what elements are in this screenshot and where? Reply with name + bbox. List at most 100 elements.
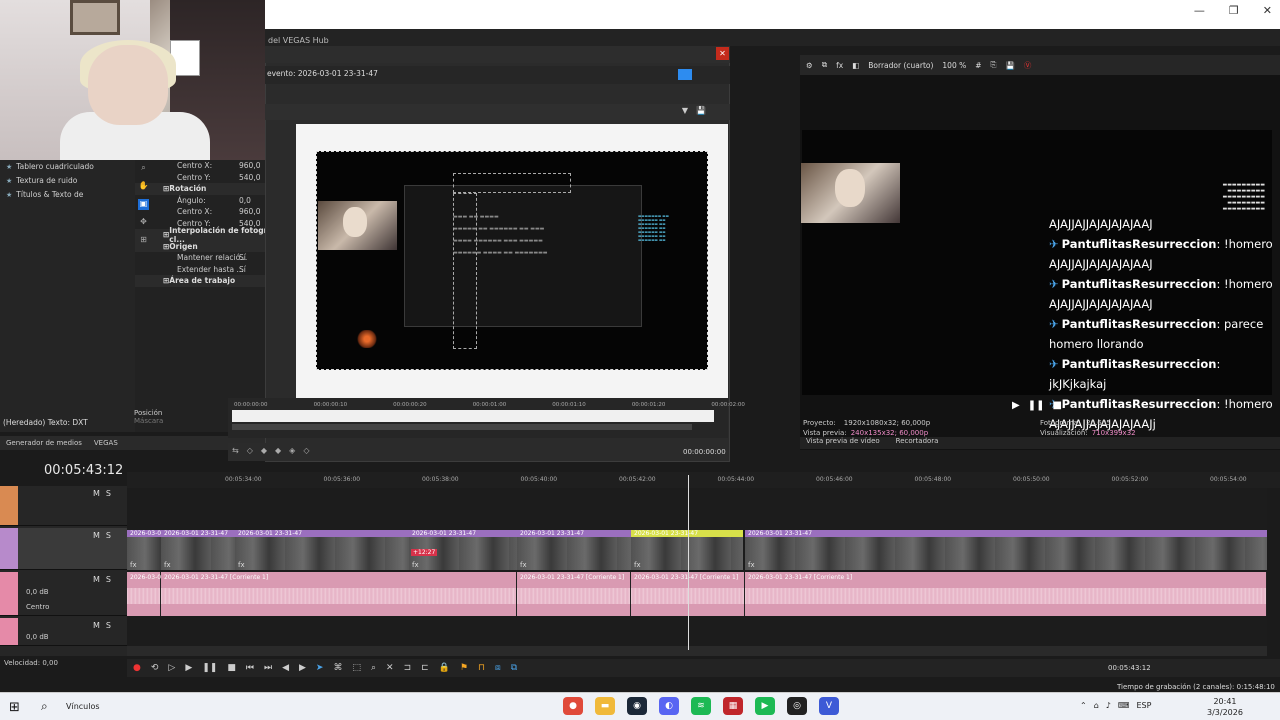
track-header-1[interactable]: MS — [0, 486, 127, 526]
network-icon[interactable]: ⌂ — [1094, 701, 1099, 710]
hand-icon[interactable]: ✋ — [138, 181, 149, 192]
settings-icon[interactable]: ⚙ — [806, 61, 813, 70]
maximize-icon[interactable]: ❐ — [1229, 4, 1239, 17]
video-clip[interactable]: 2026-03-01 23-31-47 fx — [235, 530, 409, 570]
grid-icon[interactable]: ⊞ — [138, 235, 149, 246]
first-keyframe-icon[interactable]: ◇ — [247, 446, 253, 455]
selection-box[interactable] — [453, 193, 477, 349]
auto-ripple-icon[interactable]: ⧉ — [511, 663, 517, 673]
audio-clip[interactable]: 2026-03-01 23-31-47 [Corriente 1] — [161, 572, 517, 616]
video-clip[interactable]: 2026-03-01 23-31-47 fx — [745, 530, 1267, 570]
timeline-scrollbar[interactable] — [127, 646, 1267, 656]
sync-icon[interactable]: ⇆ — [232, 446, 239, 455]
audio-clip[interactable]: 2026-03-01 23-31-47 [Corriente 1] — [745, 572, 1267, 616]
split-icon[interactable]: ⊏ — [421, 663, 429, 673]
fx-icon[interactable]: fx — [238, 561, 245, 569]
property-value[interactable]: 960,0 — [215, 161, 260, 170]
chrome-icon[interactable]: ● — [563, 697, 583, 715]
audio-clip[interactable]: 2026-03-01 23-31-47 [Corriente 1] — [517, 572, 631, 616]
fx-icon[interactable]: fx — [130, 561, 137, 569]
close-icon[interactable]: ✕ — [716, 47, 729, 60]
snap-icon[interactable]: ⧈ — [495, 663, 501, 673]
property-value[interactable]: 540,0 — [215, 173, 260, 182]
play-icon[interactable]: ▶ — [1012, 400, 1020, 411]
envelope-tool-icon[interactable]: ⌘ — [333, 663, 342, 673]
vegas-icon[interactable]: Ⓥ — [1024, 60, 1032, 71]
property-value[interactable]: Sí — [215, 253, 246, 262]
track-header-3[interactable]: MS 0,0 dB Centro — [0, 572, 127, 616]
grid-icon[interactable]: # — [975, 61, 981, 70]
save-snapshot-icon[interactable]: 💾 — [1006, 61, 1015, 70]
external-monitor-icon[interactable]: ⧉ — [822, 60, 827, 70]
generator-item[interactable]: ★ Tablero cuadriculado — [0, 160, 135, 174]
tab-trimmer[interactable]: Recortadora — [896, 437, 939, 449]
region-icon[interactable]: ⊓ — [478, 663, 485, 673]
taskbar-clock[interactable]: 20:41 3/3/2026 — [1207, 696, 1243, 718]
playhead[interactable] — [688, 475, 689, 650]
stop-icon[interactable]: ■ — [227, 663, 236, 673]
go-start-icon[interactable]: ⏮ — [246, 663, 254, 673]
language-indicator[interactable]: ESP — [1136, 701, 1151, 710]
generator-item[interactable]: ★ Textura de ruido — [0, 174, 135, 188]
prev-keyframe-icon[interactable]: ◆ — [261, 446, 267, 455]
prev-frame-icon[interactable]: ◀ — [282, 663, 289, 673]
selection-tool-icon[interactable]: ⬚ — [352, 663, 361, 673]
tab-video-preview[interactable]: Vista previa de vídeo — [806, 437, 880, 449]
cursor-tool-icon[interactable]: ➤ — [316, 663, 324, 673]
property-value[interactable]: 960,0 — [215, 207, 260, 216]
tab-vegas[interactable]: VEGAS — [94, 439, 118, 447]
fx-icon[interactable]: fx — [634, 561, 641, 569]
play-from-start-icon[interactable]: ▷ — [168, 663, 175, 673]
discord-icon[interactable]: ◐ — [659, 697, 679, 715]
next-keyframe-icon[interactable]: ◆ — [275, 446, 281, 455]
keyboard-icon[interactable]: ⌨ — [1118, 701, 1130, 710]
volume-icon[interactable]: ♪ — [1106, 701, 1111, 710]
timeline-ruler[interactable]: 00:05:34:00 00:05:36:00 00:05:38:00 00:05:4… — [127, 472, 1280, 488]
dropdown-arrow-icon[interactable]: ▼ — [682, 106, 688, 115]
generator-item[interactable]: ★ Títulos & Texto de — [0, 188, 135, 202]
zoom-select[interactable]: 100 % — [942, 61, 966, 70]
video-clip[interactable]: 2026-03-01 23-31-47 fx +12:27 — [409, 530, 517, 570]
app-icon[interactable]: ▶ — [755, 697, 775, 715]
zoom-tool-icon[interactable]: ⌕ — [371, 663, 376, 673]
windows-icon[interactable]: ⊞ — [9, 700, 20, 715]
go-end-icon[interactable]: ⏭ — [264, 663, 272, 673]
close-icon[interactable]: ✕ — [1263, 4, 1272, 17]
lock-icon[interactable]: 🔒 — [439, 663, 450, 673]
lock-icon[interactable]: ▣ — [138, 199, 149, 210]
next-frame-icon[interactable]: ▶ — [299, 663, 306, 673]
steam-icon[interactable]: ◉ — [627, 697, 647, 715]
obs-icon[interactable]: ◎ — [787, 697, 807, 715]
play-icon[interactable]: ▶ — [185, 663, 192, 673]
delete-icon[interactable]: ✕ — [386, 663, 394, 673]
video-clip[interactable]: 2026-03-01 23-31-47 fx — [517, 530, 631, 570]
property-value[interactable]: 0,0 — [215, 196, 251, 205]
track-header-2[interactable]: MS — [0, 528, 127, 570]
stop-icon[interactable]: ■ — [1052, 400, 1061, 411]
folder-icon[interactable]: ▬ — [595, 697, 615, 715]
marker-icon[interactable]: ⚑ — [460, 663, 468, 673]
track-header-4[interactable]: MS 0,0 dB — [0, 618, 127, 646]
loop-icon[interactable]: ⟲ — [151, 663, 159, 673]
timeline-area[interactable]: 2026-03-0 fx 2026-03-01 23-31-47 fx 2026-03-… — [127, 488, 1267, 648]
search-icon[interactable]: ⌕ — [41, 699, 48, 714]
video-clip[interactable]: 2026-03-01 23-31-47 fx — [161, 530, 235, 570]
fx-icon[interactable]: fx — [836, 61, 843, 70]
fx-icon[interactable]: fx — [164, 561, 171, 569]
video-clip[interactable]: 2026-03-01 23-31-47 fx — [631, 530, 743, 570]
property-value[interactable]: Sí — [215, 265, 246, 274]
video-clip[interactable]: 2026-03-0 fx — [127, 530, 161, 570]
pause-icon[interactable]: ❚❚ — [1028, 400, 1045, 411]
trim-icon[interactable]: ⊐ — [404, 663, 412, 673]
preview-quality-select[interactable]: Borrador (cuarto) — [868, 61, 933, 70]
last-keyframe-icon[interactable]: ◇ — [303, 446, 309, 455]
tab-media-generator[interactable]: Generador de medios — [6, 439, 82, 447]
vegas-icon[interactable]: V — [819, 697, 839, 715]
fx-icon[interactable]: fx — [520, 561, 527, 569]
add-keyframe-icon[interactable]: ◈ — [289, 446, 295, 455]
record-icon[interactable]: ● — [133, 663, 141, 673]
pause-icon[interactable]: ❚❚ — [202, 663, 217, 673]
voicemeeter-icon[interactable]: ▦ — [723, 697, 743, 715]
save-icon[interactable]: 💾 — [696, 106, 706, 115]
spotify-icon[interactable]: ≋ — [691, 697, 711, 715]
